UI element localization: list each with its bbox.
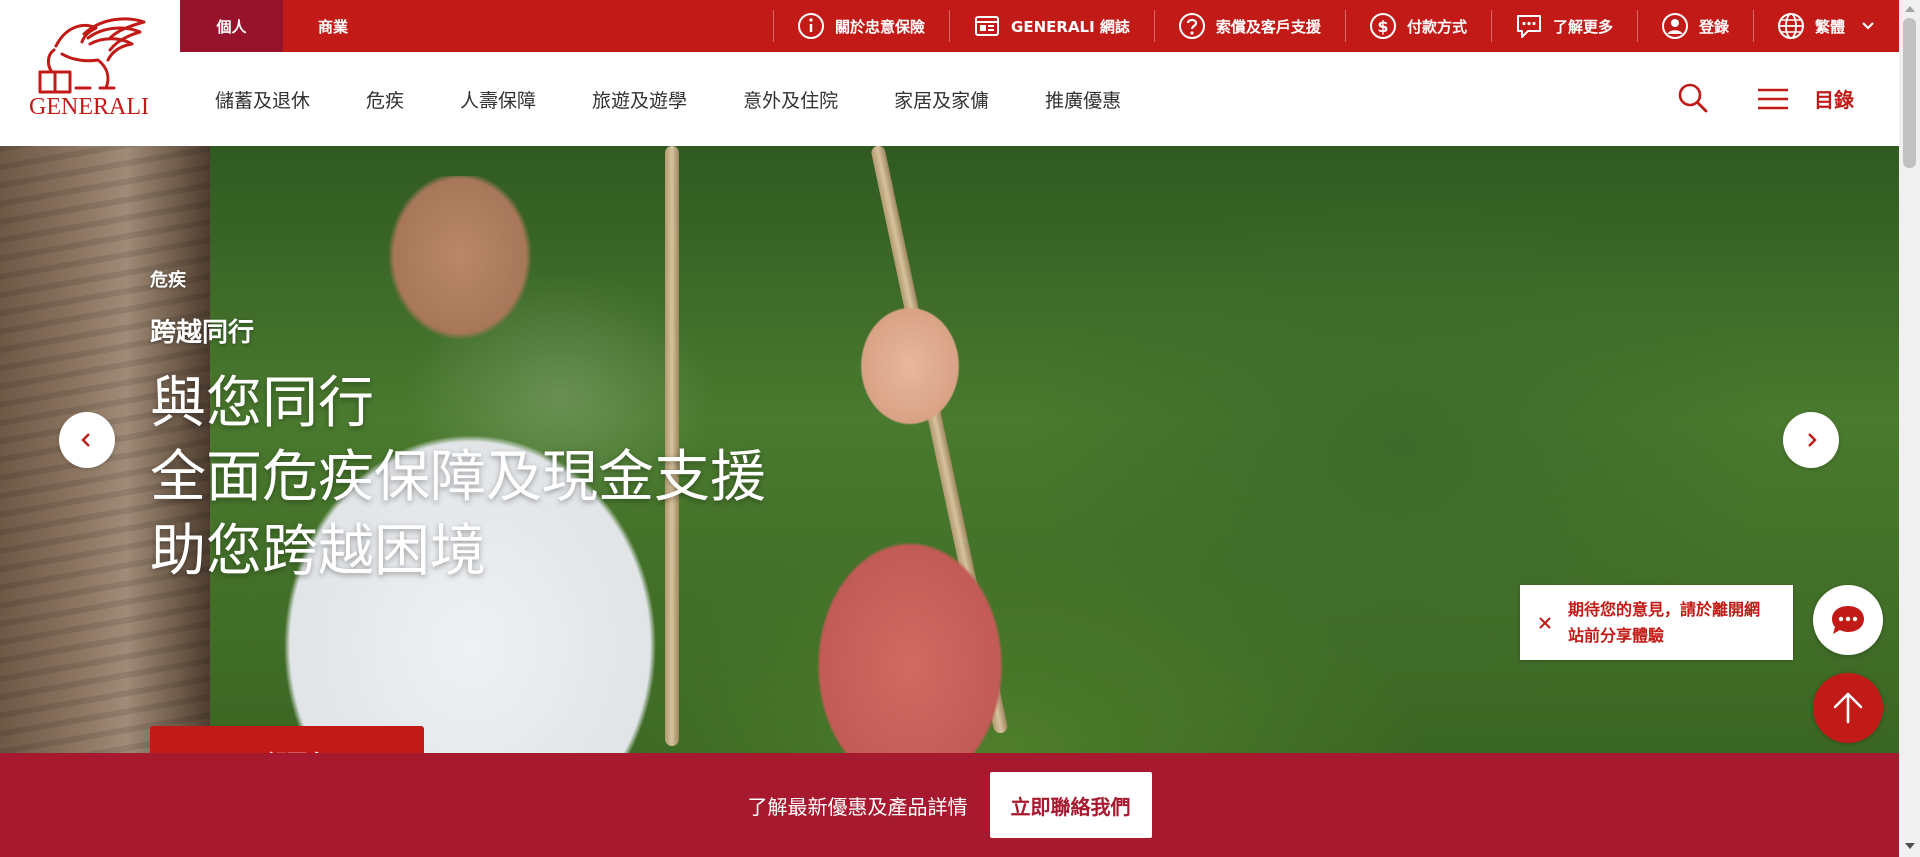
utility-about[interactable]: 關於忠意保險 xyxy=(773,0,949,52)
scroll-down-arrow-icon[interactable] xyxy=(1905,843,1915,849)
search-button[interactable] xyxy=(1677,82,1709,114)
main-navigation: 儲蓄及退休 危疾 人壽保障 旅遊及遊學 意外及住院 家居及家傭 推廣優惠 xyxy=(215,52,1177,146)
contact-bar-text: 了解最新優惠及產品詳情 xyxy=(747,794,968,819)
scroll-up-arrow-icon[interactable] xyxy=(1905,6,1915,12)
info-icon xyxy=(798,13,825,39)
nav-savings-retirement[interactable]: 儲蓄及退休 xyxy=(215,86,310,113)
hero-title-line: 與您同行 xyxy=(150,371,374,436)
language-selector[interactable]: 繁體 xyxy=(1752,0,1899,52)
generali-logo[interactable]: GENERALI xyxy=(26,16,152,120)
hero-photo-woman xyxy=(720,246,1100,753)
scrollbar-thumb[interactable] xyxy=(1903,18,1916,168)
arrow-up-icon xyxy=(1833,692,1863,724)
hero-title-line: 助您跨越困境 xyxy=(150,519,486,584)
user-icon xyxy=(1661,13,1688,39)
utility-support[interactable]: 索償及客戶支援 xyxy=(1153,0,1345,52)
search-icon xyxy=(1678,83,1708,113)
menu-button[interactable]: 目錄 xyxy=(1758,84,1854,113)
nav-life-protection[interactable]: 人壽保障 xyxy=(460,86,536,113)
feedback-text-line: 期待您的意見，請於離開網 xyxy=(1568,599,1761,619)
nav-travel-study[interactable]: 旅遊及遊學 xyxy=(592,86,687,113)
hero-title: 與您同行 全面危疾保障及現金支援 助您跨越困境 xyxy=(150,367,766,589)
feedback-prompt[interactable]: 期待您的意見，請於離開網 站前分享體驗 xyxy=(1520,585,1793,660)
utility-learn-more[interactable]: 了解更多 xyxy=(1490,0,1637,52)
close-icon[interactable] xyxy=(1536,614,1554,632)
utility-login-label: 登錄 xyxy=(1698,17,1729,36)
carousel-prev-button[interactable] xyxy=(59,412,115,468)
hero-banner: 危疾 跨越同行 與您同行 全面危疾保障及現金支援 助您跨越困境 了解更多 xyxy=(0,146,1899,753)
logo-wordmark: GENERALI xyxy=(29,94,149,120)
segment-business[interactable]: 商業 xyxy=(283,0,383,52)
utility-payment-label: 付款方式 xyxy=(1406,17,1467,36)
utility-payment[interactable]: $ 付款方式 xyxy=(1344,0,1491,52)
hero-cta-button[interactable]: 了解更多 xyxy=(150,726,424,753)
nav-critical-illness[interactable]: 危疾 xyxy=(366,86,404,113)
chevron-left-icon xyxy=(81,433,90,447)
news-icon xyxy=(975,16,1000,36)
hero-title-line: 全面危疾保障及現金支援 xyxy=(150,445,766,510)
language-label: 繁體 xyxy=(1814,17,1845,36)
back-to-top-button[interactable] xyxy=(1813,673,1883,743)
carousel-next-button[interactable] xyxy=(1783,412,1839,468)
utility-blog-label: GENERALI 網誌 xyxy=(1011,17,1130,36)
globe-icon xyxy=(1777,13,1804,39)
svg-text:$: $ xyxy=(1377,17,1388,36)
utility-learn-more-label: 了解更多 xyxy=(1552,17,1613,36)
chevron-right-icon xyxy=(1808,433,1817,447)
winged-lion-logo-icon xyxy=(38,17,146,94)
feedback-text: 期待您的意見，請於離開網 站前分享體驗 xyxy=(1568,597,1760,649)
segment-personal[interactable]: 個人 xyxy=(180,0,283,52)
utility-login[interactable]: 登錄 xyxy=(1636,0,1753,52)
nav-home-helper[interactable]: 家居及家傭 xyxy=(894,86,989,113)
top-utility-bar: 個人 商業 關於忠意保險 GENERALI 網誌 索償及客戶支援 $ 付款方式 … xyxy=(180,0,1899,52)
chat-bubble-icon xyxy=(1516,15,1541,38)
hero-subtitle: 跨越同行 xyxy=(150,318,255,348)
chat-button[interactable] xyxy=(1813,585,1883,655)
utility-blog[interactable]: GENERALI 網誌 xyxy=(949,0,1154,52)
contact-bar: 了解最新優惠及產品詳情 立即聯絡我們 xyxy=(0,753,1899,857)
help-icon xyxy=(1178,13,1205,39)
hero-text: 危疾 跨越同行 與您同行 全面危疾保障及現金支援 助您跨越困境 xyxy=(150,266,766,589)
nav-promotions[interactable]: 推廣優惠 xyxy=(1045,86,1121,113)
dollar-icon: $ xyxy=(1369,13,1396,39)
menu-label: 目錄 xyxy=(1814,88,1854,112)
utility-links: 關於忠意保險 GENERALI 網誌 索償及客戶支援 $ 付款方式 了解更多 登… xyxy=(773,0,1899,52)
contact-us-button[interactable]: 立即聯絡我們 xyxy=(989,772,1152,838)
nav-accident-hospital[interactable]: 意外及住院 xyxy=(743,86,838,113)
chat-icon xyxy=(1832,606,1864,634)
utility-support-label: 索償及客戶支援 xyxy=(1215,17,1321,36)
hamburger-icon xyxy=(1758,88,1788,109)
chevron-down-icon xyxy=(1862,22,1874,30)
hero-eyebrow: 危疾 xyxy=(150,270,186,291)
feedback-text-line: 站前分享體驗 xyxy=(1568,625,1665,645)
page-scrollbar[interactable] xyxy=(1899,0,1920,857)
utility-about-label: 關於忠意保險 xyxy=(835,17,926,36)
